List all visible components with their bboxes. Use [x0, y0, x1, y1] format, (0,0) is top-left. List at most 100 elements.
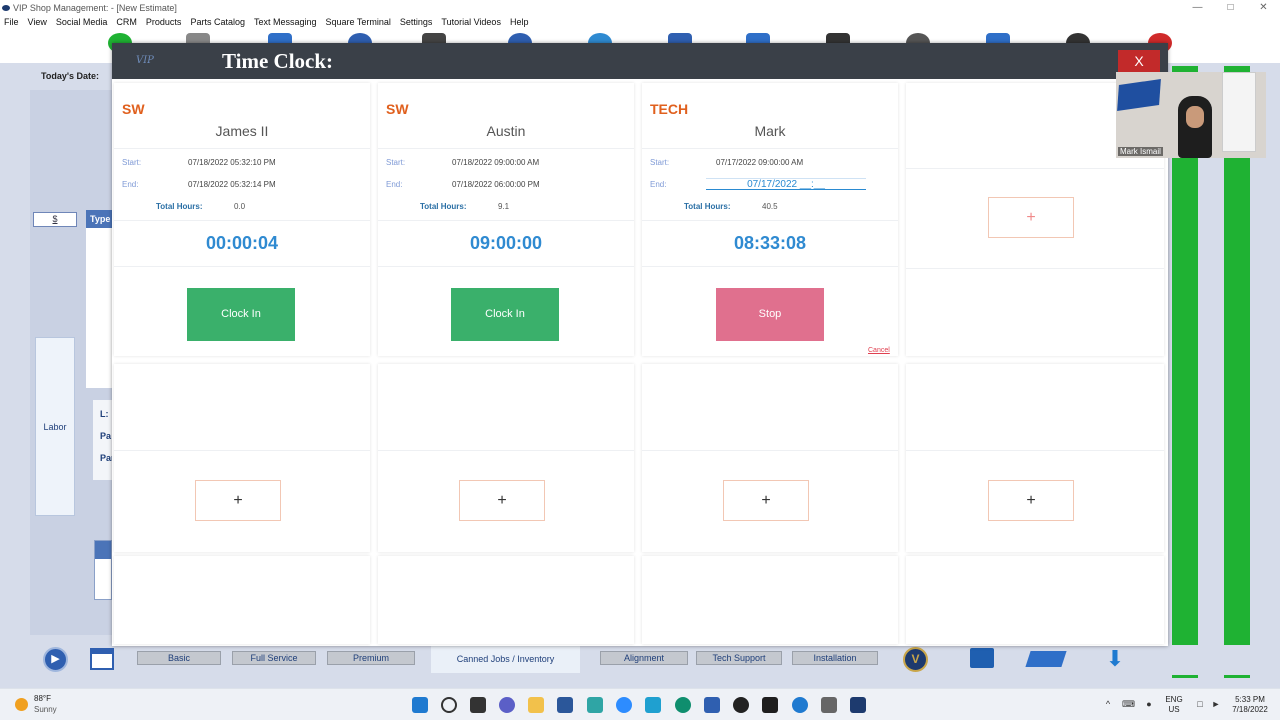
file-explorer-icon[interactable]: [528, 697, 544, 713]
divider: [378, 266, 634, 267]
menu-text-messaging[interactable]: Text Messaging: [254, 17, 317, 27]
photos-icon[interactable]: [645, 697, 661, 713]
calculator-icon[interactable]: [821, 697, 837, 713]
menu-crm[interactable]: CRM: [116, 17, 137, 27]
calendar-small-icon[interactable]: [90, 648, 114, 670]
menu-file[interactable]: File: [4, 17, 19, 27]
parts-section: L: Pa Par: [93, 400, 115, 480]
l-label: L:: [100, 409, 109, 419]
employee-role: TECH: [650, 101, 689, 117]
download-icon[interactable]: ⬇: [1103, 648, 1127, 670]
remote-desktop-icon[interactable]: [587, 697, 603, 713]
chevron-up-icon[interactable]: ^: [1103, 699, 1113, 709]
microphone-icon[interactable]: ●: [1144, 699, 1154, 709]
zoom-icon[interactable]: [616, 697, 632, 713]
menu-help[interactable]: Help: [510, 17, 529, 27]
taskbar: 88°F Sunny ^ ⌨ ● ENG US □ ► 5:33 PM 7/18…: [0, 688, 1280, 720]
window-title: VIP Shop Management: - [New Estimate]: [13, 2, 177, 13]
divider: [114, 266, 370, 267]
todays-date-label: Today's Date:: [41, 71, 99, 81]
empty-slot: [642, 556, 898, 644]
search-icon[interactable]: [441, 697, 457, 713]
menu-view[interactable]: View: [28, 17, 47, 27]
volume-icon[interactable]: ►: [1211, 699, 1221, 709]
divider: [114, 450, 370, 451]
minimize-icon[interactable]: —: [1181, 0, 1214, 15]
add-employee-button[interactable]: +: [195, 480, 281, 521]
elapsed-timer: 00:00:04: [205, 233, 279, 253]
end-label: End:: [650, 180, 667, 189]
clock-date[interactable]: 7/18/2022: [1228, 705, 1272, 714]
empty-slot: +: [114, 364, 370, 552]
total-hours-value: 0.0: [234, 202, 246, 211]
add-employee-button[interactable]: +: [459, 480, 545, 521]
dollar-tab[interactable]: $: [33, 212, 77, 227]
cancel-link[interactable]: Cancel: [868, 347, 890, 354]
end-label: End:: [122, 180, 139, 189]
close-button[interactable]: X: [1118, 50, 1160, 72]
tab-full-service[interactable]: Full Service: [232, 651, 316, 665]
tab-tech-support[interactable]: Tech Support: [696, 651, 782, 665]
clock-time[interactable]: 5:33 PM: [1228, 695, 1272, 704]
language-code[interactable]: ENG: [1164, 695, 1184, 704]
total-hours-label: Total Hours:: [420, 202, 467, 211]
email-icon[interactable]: [1025, 651, 1067, 667]
app-icon[interactable]: [733, 697, 749, 713]
type-list: [86, 228, 112, 388]
teams-chat-icon[interactable]: [499, 697, 515, 713]
play-icon[interactable]: ▶: [43, 647, 68, 672]
employee-card: TECH Mark Start: 07/17/2022 09:00:00 AM …: [642, 83, 898, 356]
add-employee-button[interactable]: +: [988, 197, 1074, 238]
tab-installation[interactable]: Installation: [792, 651, 878, 665]
labor-button[interactable]: Labor: [35, 337, 75, 516]
tab-alignment[interactable]: Alignment: [600, 651, 688, 665]
store-icon[interactable]: [704, 697, 720, 713]
add-employee-button[interactable]: +: [988, 480, 1074, 521]
empty-slot: [906, 556, 1164, 644]
divider: [378, 220, 634, 221]
employee-role: SW: [122, 101, 145, 117]
add-employee-button[interactable]: +: [723, 480, 809, 521]
total-hours-value: 9.1: [498, 202, 510, 211]
divider: [642, 148, 898, 149]
vip-badge-icon[interactable]: V: [903, 647, 928, 672]
start-label: Start:: [386, 158, 406, 167]
tab-premium[interactable]: Premium: [327, 651, 415, 665]
menu-square-terminal[interactable]: Square Terminal: [326, 17, 391, 27]
weather-sun-icon[interactable]: [15, 698, 28, 711]
empty-slot: [378, 556, 634, 644]
maximize-icon[interactable]: □: [1214, 0, 1247, 15]
word-icon[interactable]: [557, 697, 573, 713]
menu-tutorial-videos[interactable]: Tutorial Videos: [441, 17, 501, 27]
start-label: Start:: [122, 158, 142, 167]
elapsed-timer: 08:33:08: [733, 233, 807, 253]
language-region[interactable]: US: [1164, 705, 1184, 714]
print-icon[interactable]: [970, 648, 994, 668]
close-window-icon[interactable]: ✕: [1247, 0, 1280, 15]
weather-temperature[interactable]: 88°F: [34, 694, 51, 703]
weather-description[interactable]: Sunny: [34, 705, 57, 714]
stop-button[interactable]: Stop: [716, 288, 824, 341]
windows-start-icon[interactable]: [412, 697, 428, 713]
menu-settings[interactable]: Settings: [400, 17, 433, 27]
vip-taskbar-icon[interactable]: [850, 697, 866, 713]
clock-in-button[interactable]: Clock In: [451, 288, 559, 341]
menu-products[interactable]: Products: [146, 17, 182, 27]
clock-in-button[interactable]: Clock In: [187, 288, 295, 341]
webcam-name-label: Mark Ismail: [1118, 147, 1163, 156]
edge-icon[interactable]: [675, 697, 691, 713]
items-grid: [94, 540, 112, 600]
total-hours-value: 40.5: [762, 202, 778, 211]
menu-social-media[interactable]: Social Media: [56, 17, 108, 27]
start-value: 07/18/2022 05:32:10 PM: [188, 158, 276, 167]
network-icon[interactable]: □: [1195, 699, 1205, 709]
keyboard-icon[interactable]: ⌨: [1122, 699, 1135, 709]
end-date-input[interactable]: 07/17/2022 __:__: [706, 178, 866, 190]
teamviewer-icon[interactable]: [792, 697, 808, 713]
task-view-icon[interactable]: [470, 697, 486, 713]
tab-canned-jobs-inventory[interactable]: Canned Jobs / Inventory: [431, 645, 580, 673]
start-value: 07/17/2022 09:00:00 AM: [716, 158, 804, 167]
menu-parts-catalog[interactable]: Parts Catalog: [190, 17, 245, 27]
tab-basic[interactable]: Basic: [137, 651, 221, 665]
terminal-icon[interactable]: [762, 697, 778, 713]
